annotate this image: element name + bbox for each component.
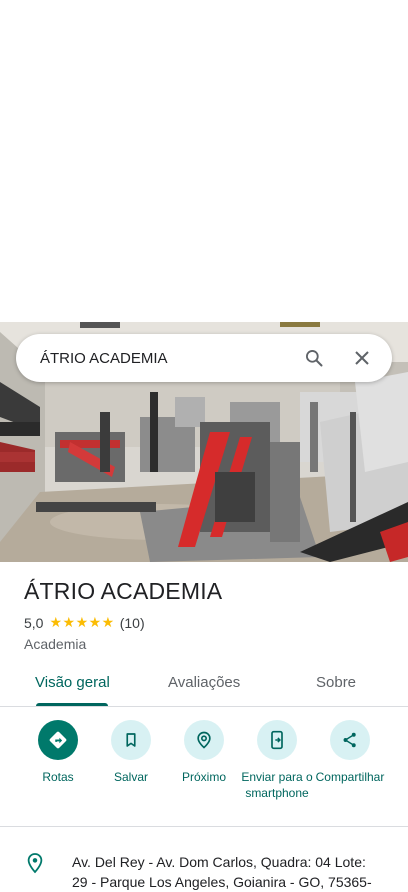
- action-buttons: Rotas Salvar Próximo Enviar para o smart…: [0, 720, 408, 826]
- search-input[interactable]: ÁTRIO ACADEMIA: [40, 350, 290, 367]
- close-icon[interactable]: [338, 334, 386, 382]
- tab-overview[interactable]: Visão geral: [35, 674, 110, 691]
- send-to-phone-label: Enviar para o smartphone: [241, 770, 313, 800]
- nearby-label: Próximo: [181, 770, 226, 784]
- location-pin-icon: [26, 852, 44, 879]
- tab-about[interactable]: Sobre: [316, 674, 356, 691]
- search-bar[interactable]: ÁTRIO ACADEMIA: [16, 334, 392, 382]
- directions-icon: [38, 720, 78, 760]
- nearby-button[interactable]: Próximo: [166, 720, 242, 785]
- directions-label: Rotas: [42, 770, 74, 784]
- share-label: Compartilhar: [315, 770, 385, 784]
- search-icon[interactable]: [290, 334, 338, 382]
- rating-row[interactable]: 5,0 ★★★★★ (10): [24, 614, 145, 631]
- share-icon: [330, 720, 370, 760]
- place-category[interactable]: Academia: [24, 636, 86, 652]
- send-to-phone-button[interactable]: Enviar para o smartphone: [239, 720, 315, 801]
- bookmark-icon: [111, 720, 151, 760]
- save-label: Salvar: [113, 770, 148, 784]
- directions-button[interactable]: Rotas: [20, 720, 96, 785]
- tab-reviews[interactable]: Avaliações: [168, 674, 240, 691]
- active-tab-indicator: [36, 703, 108, 706]
- divider: [0, 826, 408, 827]
- review-count[interactable]: (10): [120, 615, 145, 631]
- rating-value: 5,0: [24, 614, 44, 631]
- save-button[interactable]: Salvar: [93, 720, 169, 785]
- address-text: Av. Del Rey - Av. Dom Carlos, Quadra: 04…: [72, 854, 372, 890]
- star-rating-icon: ★★★★★: [49, 614, 115, 630]
- place-title: ÁTRIO ACADEMIA: [24, 578, 223, 604]
- share-button[interactable]: Compartilhar: [312, 720, 388, 785]
- send-to-phone-icon: [257, 720, 297, 760]
- tab-bar: Visão geral Avaliações Sobre: [0, 666, 408, 707]
- nearby-icon: [184, 720, 224, 760]
